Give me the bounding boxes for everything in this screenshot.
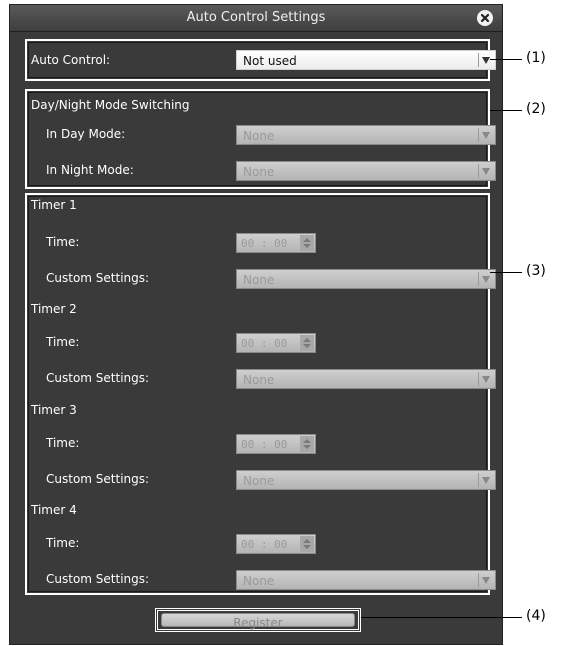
day-night-group: Day/Night Mode Switching In Day Mode: No…	[25, 89, 496, 189]
callout-1: (1)	[526, 50, 546, 66]
custom-value: None	[243, 474, 275, 488]
auto-control-value: Not used	[243, 54, 297, 68]
timer-heading: Timer 2	[31, 302, 77, 316]
time-value: 00 : 00	[241, 538, 288, 551]
spinner-icon[interactable]	[300, 335, 314, 351]
custom-settings-label: Custom Settings:	[46, 572, 150, 586]
time-value: 00 : 00	[241, 237, 288, 250]
timer-4-custom-select[interactable]: None	[236, 570, 496, 590]
night-mode-value: None	[243, 165, 275, 179]
auto-control-settings-dialog: Auto Control Settings Auto Control: Not …	[9, 4, 503, 645]
time-label: Time:	[46, 335, 80, 349]
dialog-title: Auto Control Settings	[186, 10, 326, 25]
time-label: Time:	[46, 436, 80, 450]
register-button[interactable]: Register	[161, 613, 355, 630]
callout-line	[490, 110, 522, 111]
close-icon[interactable]	[477, 10, 493, 26]
callout-3: (3)	[526, 263, 546, 279]
callout-line	[361, 617, 522, 618]
chevron-down-icon[interactable]	[478, 128, 493, 142]
time-value: 00 : 00	[241, 337, 288, 350]
timer-1-custom-select[interactable]: None	[236, 269, 496, 289]
chevron-down-icon[interactable]	[478, 53, 493, 67]
custom-settings-label: Custom Settings:	[46, 371, 150, 385]
chevron-down-icon[interactable]	[478, 573, 493, 587]
timer-3-time-input[interactable]: 00 : 00	[236, 434, 316, 454]
chevron-down-icon[interactable]	[478, 372, 493, 386]
callout-2: (2)	[526, 101, 546, 117]
timer-3-custom-select[interactable]: None	[236, 470, 496, 490]
night-mode-select[interactable]: None	[236, 161, 496, 181]
auto-control-group: Auto Control: Not used	[25, 39, 496, 81]
timer-2-time-input[interactable]: 00 : 00	[236, 333, 316, 353]
timers-group: Timer 1 Time: 00 : 00 Custom Settings: N…	[25, 193, 496, 595]
timer-4-time-input[interactable]: 00 : 00	[236, 534, 316, 554]
callout-line	[490, 59, 522, 60]
night-mode-label: In Night Mode:	[46, 163, 134, 177]
custom-value: None	[243, 373, 275, 387]
callout-line	[490, 272, 522, 273]
day-mode-select[interactable]: None	[236, 125, 496, 145]
time-value: 00 : 00	[241, 438, 288, 451]
custom-value: None	[243, 273, 275, 287]
chevron-down-icon[interactable]	[478, 272, 493, 286]
timer-2-custom-select[interactable]: None	[236, 369, 496, 389]
timer-heading: Timer 1	[31, 198, 77, 212]
register-button-frame: Register	[155, 608, 361, 632]
title-bar: Auto Control Settings	[10, 5, 502, 32]
custom-settings-label: Custom Settings:	[46, 472, 150, 486]
spinner-icon[interactable]	[300, 536, 314, 552]
callout-4: (4)	[526, 608, 546, 624]
chevron-down-icon[interactable]	[478, 473, 493, 487]
timer-1-time-input[interactable]: 00 : 00	[236, 233, 316, 253]
time-label: Time:	[46, 536, 80, 550]
timer-heading: Timer 3	[31, 403, 77, 417]
spinner-icon[interactable]	[300, 235, 314, 251]
day-night-heading: Day/Night Mode Switching	[31, 98, 190, 112]
custom-value: None	[243, 574, 275, 588]
auto-control-label: Auto Control:	[31, 53, 111, 67]
custom-settings-label: Custom Settings:	[46, 271, 150, 285]
spinner-icon[interactable]	[300, 436, 314, 452]
register-label: Register	[233, 616, 283, 630]
timer-heading: Timer 4	[31, 503, 77, 517]
time-label: Time:	[46, 235, 80, 249]
auto-control-select[interactable]: Not used	[236, 50, 496, 70]
day-mode-label: In Day Mode:	[46, 127, 126, 141]
chevron-down-icon[interactable]	[478, 164, 493, 178]
day-mode-value: None	[243, 129, 275, 143]
